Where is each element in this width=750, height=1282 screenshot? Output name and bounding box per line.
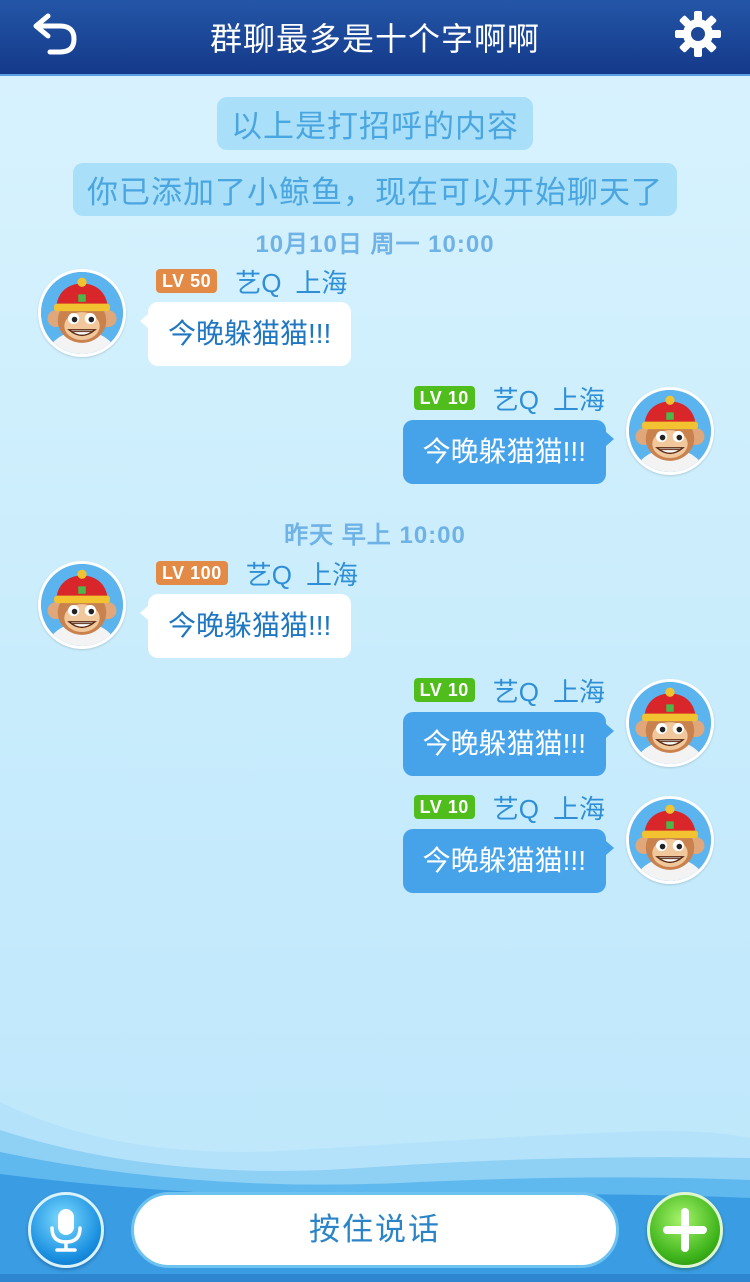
chat-timestamp: 10月10日 周一 10:00 — [255, 231, 495, 258]
level-badge: LV 50 — [156, 269, 218, 293]
message-bubble[interactable]: 今晚躲猫猫!!! — [402, 420, 615, 484]
avatar[interactable] — [38, 561, 126, 649]
user-name[interactable]: 艺Q — [235, 263, 281, 300]
user-name[interactable]: 艺Q — [493, 672, 539, 709]
add-button[interactable] — [647, 1192, 723, 1268]
avatar[interactable] — [626, 796, 714, 884]
user-city: 上海 — [552, 793, 605, 824]
chat-timestamp: 昨天 早上 10:00 — [284, 522, 466, 549]
header-bar: 群聊最多是十个字啊啊 — [0, 0, 750, 76]
user-name[interactable]: 艺Q — [493, 789, 539, 826]
avatar-monkey-icon — [629, 390, 711, 472]
system-notice: 你已添加了小鲸鱼，现在可以开始聊天了 — [73, 163, 677, 216]
user-city: 上海 — [295, 267, 348, 298]
avatar[interactable] — [38, 269, 126, 357]
user-name[interactable]: 艺Q — [246, 555, 292, 592]
message-bubble[interactable]: 今晚躲猫猫!!! — [139, 302, 352, 366]
system-notice: 以上是打招呼的内容 — [217, 97, 533, 150]
level-badge: LV 10 — [413, 795, 475, 819]
avatar-monkey-icon — [629, 799, 711, 881]
message-meta: LV 10 艺Q 上海 — [413, 792, 605, 824]
avatar-monkey-icon — [629, 682, 711, 764]
message-meta: LV 10 艺Q 上海 — [413, 675, 605, 707]
level-badge: LV 10 — [413, 678, 475, 702]
level-badge: LV 10 — [413, 386, 475, 410]
level-badge: LV 100 — [156, 561, 228, 585]
avatar-monkey-icon — [41, 272, 123, 354]
microphone-icon — [50, 1209, 82, 1252]
user-name[interactable]: 艺Q — [493, 380, 539, 417]
user-city: 上海 — [305, 559, 358, 590]
plus-icon — [663, 1208, 707, 1252]
message-bubble[interactable]: 今晚躲猫猫!!! — [402, 829, 615, 893]
avatar-monkey-icon — [41, 564, 123, 646]
message-meta: LV 10 艺Q 上海 — [413, 383, 605, 415]
gear-icon[interactable] — [672, 8, 724, 60]
avatar[interactable] — [626, 387, 714, 475]
message-bubble[interactable]: 今晚躲猫猫!!! — [402, 712, 615, 776]
user-city: 上海 — [552, 676, 605, 707]
message-meta: LV 50 艺Q 上海 — [156, 266, 347, 298]
message-bubble[interactable]: 今晚躲猫猫!!! — [139, 594, 352, 658]
user-city: 上海 — [552, 384, 605, 415]
message-meta: LV 100 艺Q 上海 — [156, 558, 358, 590]
hold-to-talk-button[interactable]: 按住说话 — [131, 1192, 619, 1268]
voice-input-button[interactable] — [28, 1192, 104, 1268]
avatar[interactable] — [626, 679, 714, 767]
page-title: 群聊最多是十个字啊啊 — [209, 21, 540, 57]
